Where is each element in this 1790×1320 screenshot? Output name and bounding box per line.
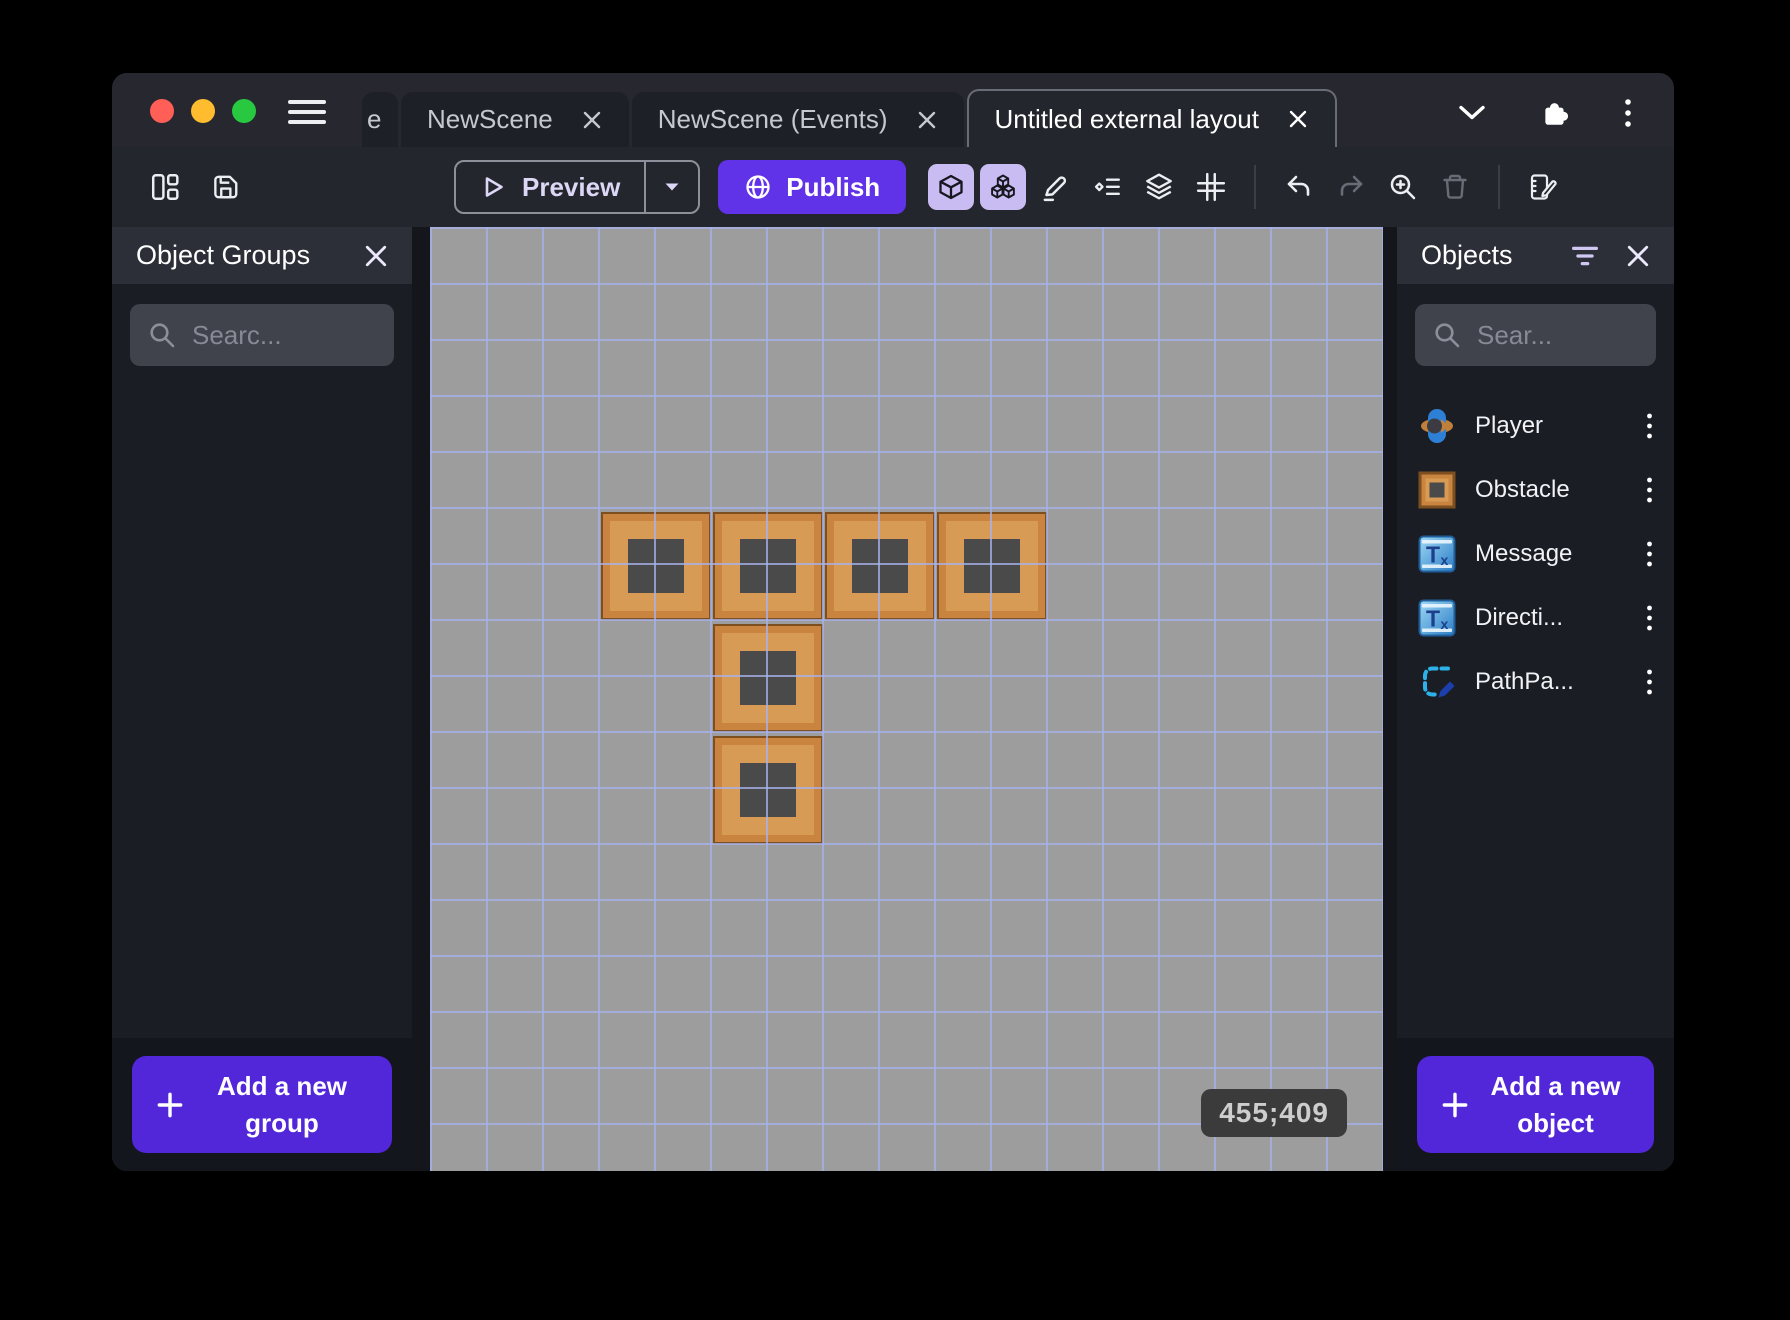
content-area: Object Groups Add a new group: [112, 227, 1674, 1171]
object-menu-icon[interactable]: [1636, 540, 1662, 568]
save-icon[interactable]: [202, 164, 248, 210]
properties-notebook-edit-icon[interactable]: [1520, 164, 1566, 210]
tiles-layer: [430, 227, 1383, 1171]
close-panel-icon[interactable]: [364, 244, 388, 268]
chevron-down-icon[interactable]: [1458, 104, 1486, 122]
gdevelop-window: e NewScene NewScene (Events) Untitled ex…: [112, 73, 1674, 1171]
grid-icon[interactable]: [1188, 164, 1234, 210]
traffic-lights: [150, 99, 256, 123]
group-search-box[interactable]: [130, 304, 394, 366]
object-menu-icon[interactable]: [1636, 668, 1662, 696]
object-groups-title: Object Groups: [136, 240, 336, 271]
cursor-coordinates-badge: 455;409: [1201, 1089, 1347, 1137]
object-search-box[interactable]: [1415, 304, 1656, 366]
text-object-icon: Tx: [1417, 598, 1457, 638]
title-bar: e NewScene NewScene (Events) Untitled ex…: [112, 73, 1674, 147]
plus-icon: [154, 1089, 186, 1121]
close-panel-icon[interactable]: [1626, 244, 1650, 268]
tab-close-icon[interactable]: [1287, 108, 1309, 130]
obstacle-instance[interactable]: [937, 512, 1047, 620]
tab-close-icon[interactable]: [916, 109, 938, 131]
add-object-button[interactable]: Add a new object: [1417, 1056, 1654, 1153]
globe-icon: [744, 173, 772, 201]
tab-untitled-external-layout[interactable]: Untitled external layout: [967, 89, 1337, 147]
search-icon: [148, 321, 176, 349]
extensions-puzzle-icon[interactable]: [1540, 98, 1570, 128]
instances-list-icon[interactable]: [1084, 164, 1130, 210]
object-item-player[interactable]: Player: [1397, 394, 1674, 458]
play-icon: [480, 174, 506, 200]
add-object-label: Add a new object: [1479, 1068, 1632, 1141]
trash-icon[interactable]: [1432, 164, 1478, 210]
plus-icon: [1439, 1089, 1471, 1121]
object-groups-panel: Object Groups Add a new group: [112, 227, 412, 1171]
add-group-label: Add a new group: [194, 1068, 370, 1141]
zoom-in-icon[interactable]: [1380, 164, 1426, 210]
undo-icon[interactable]: [1276, 164, 1322, 210]
layers-icon[interactable]: [1136, 164, 1182, 210]
scene-canvas[interactable]: 455;409: [430, 227, 1383, 1171]
tab-strip: e NewScene NewScene (Events) Untitled ex…: [362, 89, 1337, 147]
caret-down-icon: [664, 182, 680, 192]
preview-label: Preview: [522, 172, 620, 203]
publish-label: Publish: [786, 172, 880, 203]
add-group-button[interactable]: Add a new group: [132, 1056, 392, 1153]
player-icon: [1417, 406, 1457, 446]
svg-text:T: T: [1426, 606, 1440, 632]
text-object-icon: Tx: [1417, 534, 1457, 574]
object-menu-icon[interactable]: [1636, 604, 1662, 632]
kebab-menu-icon[interactable]: [1624, 97, 1632, 129]
svg-text:T: T: [1426, 542, 1440, 568]
obstacle-instance[interactable]: [713, 736, 823, 844]
objects-title: Objects: [1421, 240, 1544, 271]
redo-icon[interactable]: [1328, 164, 1374, 210]
obstacle-instance[interactable]: [601, 512, 711, 620]
3d-box-tool-icon[interactable]: [928, 164, 974, 210]
obstacle-icon: [1417, 470, 1457, 510]
svg-text:x: x: [1441, 616, 1449, 632]
preview-dropdown-button[interactable]: [646, 162, 698, 212]
filter-icon[interactable]: [1572, 245, 1598, 267]
objects-panel: Objects Player: [1397, 227, 1674, 1171]
obstacle-instance[interactable]: [713, 624, 823, 732]
edit-pencil-icon[interactable]: [1032, 164, 1078, 210]
tab-close-icon[interactable]: [581, 109, 603, 131]
object-search-input[interactable]: [1477, 320, 1638, 351]
group-search-input[interactable]: [192, 320, 376, 351]
object-item-pathpaint[interactable]: PathPa...: [1397, 650, 1674, 714]
zoom-window-button[interactable]: [232, 99, 256, 123]
close-window-button[interactable]: [150, 99, 174, 123]
object-item-message[interactable]: Tx Message: [1397, 522, 1674, 586]
object-menu-icon[interactable]: [1636, 476, 1662, 504]
object-item-directions[interactable]: Tx Directi...: [1397, 586, 1674, 650]
tab-newscene-events[interactable]: NewScene (Events): [632, 92, 964, 147]
svg-text:x: x: [1441, 552, 1449, 568]
tab-label: e: [367, 104, 381, 135]
objects-list: Player Obstacle Tx Message Tx: [1397, 386, 1674, 722]
object-item-obstacle[interactable]: Obstacle: [1397, 458, 1674, 522]
publish-button[interactable]: Publish: [718, 160, 906, 214]
object-menu-icon[interactable]: [1636, 412, 1662, 440]
toolbar: Preview Publish: [112, 147, 1674, 227]
objects-cubes-tool-icon[interactable]: [980, 164, 1026, 210]
project-manager-icon[interactable]: [142, 164, 188, 210]
preview-button[interactable]: Preview: [454, 160, 700, 214]
tab-hidden-partial[interactable]: e: [362, 92, 398, 147]
tab-newscene[interactable]: NewScene: [401, 92, 629, 147]
obstacle-instance[interactable]: [825, 512, 935, 620]
tab-label: NewScene: [427, 104, 553, 135]
minimize-window-button[interactable]: [191, 99, 215, 123]
path-paint-icon: [1417, 662, 1457, 702]
tab-label: NewScene (Events): [658, 104, 888, 135]
main-menu-icon[interactable]: [288, 100, 326, 124]
search-icon: [1433, 321, 1461, 349]
obstacle-instance[interactable]: [713, 512, 823, 620]
tab-label: Untitled external layout: [995, 104, 1259, 135]
